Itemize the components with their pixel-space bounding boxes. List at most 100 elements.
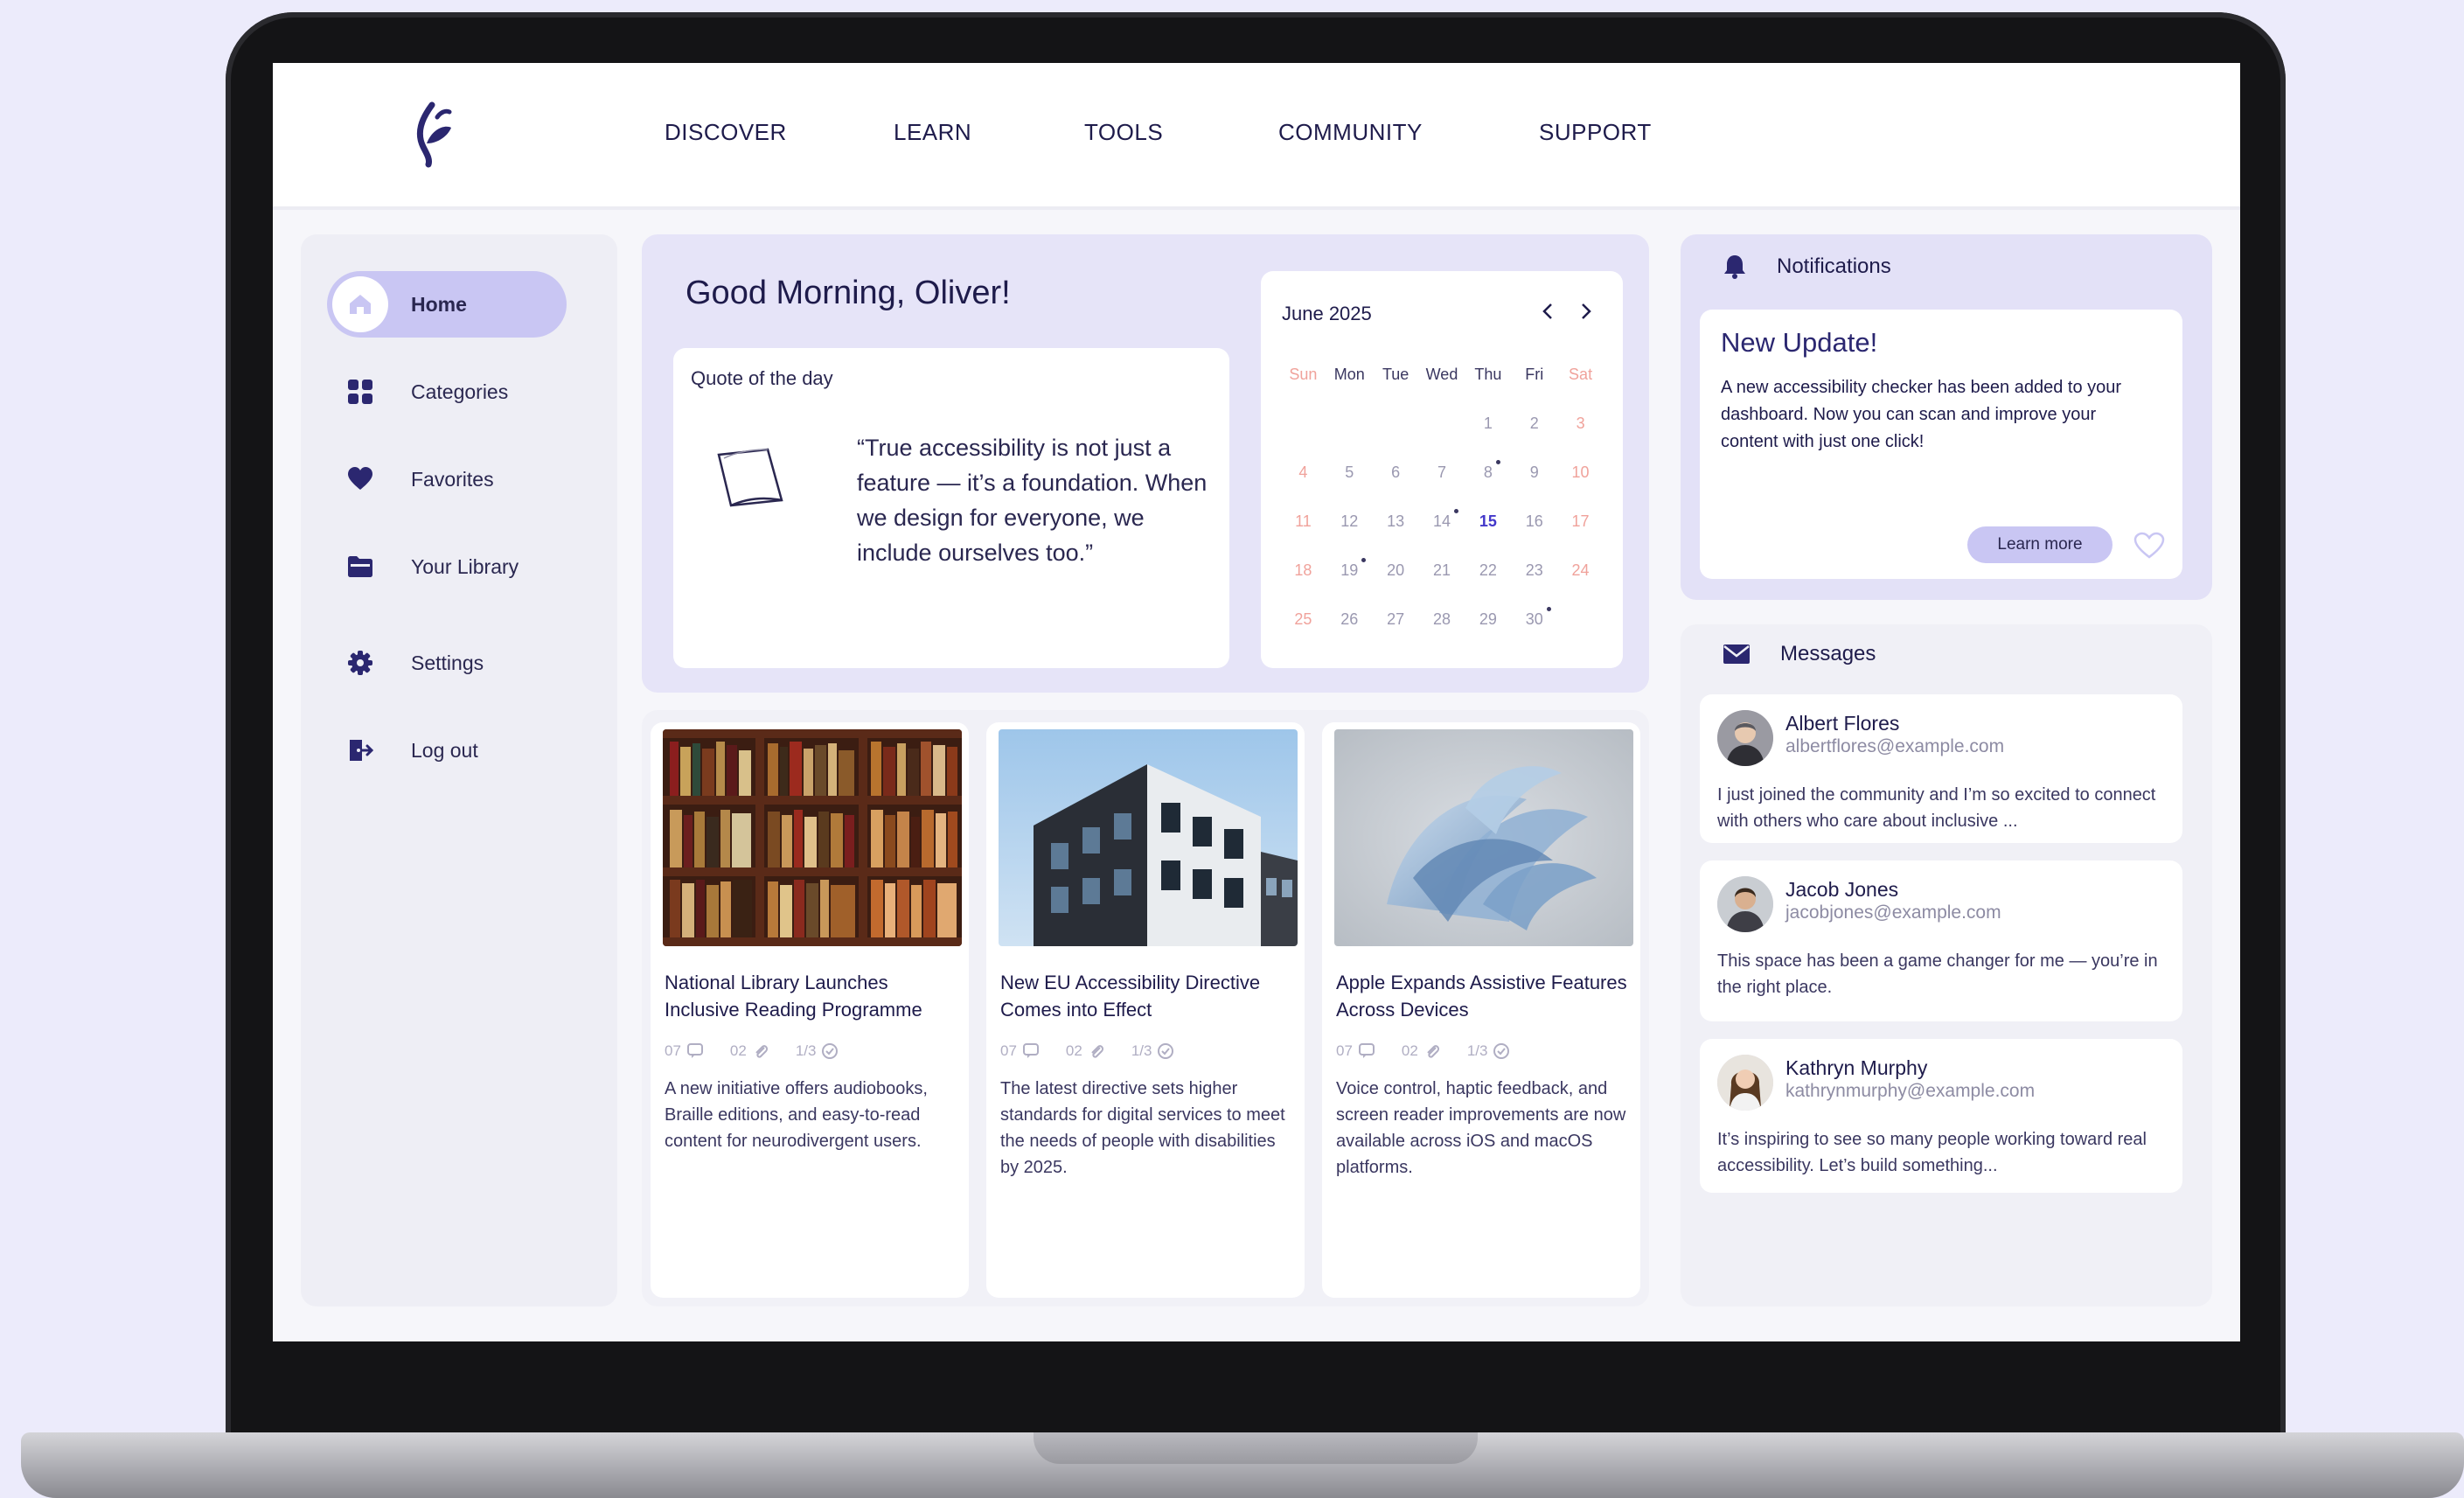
calendar-day[interactable]: 28 — [1433, 610, 1451, 629]
article-description: A new initiative offers audiobooks, Brai… — [665, 1079, 928, 1151]
calendar-weekday: Wed — [1425, 366, 1458, 383]
avatar — [1717, 876, 1773, 932]
message-item[interactable]: Jacob Jones jacobjones@example.com This … — [1700, 860, 2182, 1021]
attachments-count: 02 — [1066, 1042, 1105, 1060]
sidebar-item-favorites[interactable]: Favorites — [327, 446, 567, 512]
heart-outline-icon[interactable] — [2132, 528, 2167, 563]
calendar-day[interactable]: 25 — [1294, 610, 1312, 629]
sidebar-item-settings[interactable]: Settings — [327, 630, 567, 696]
sidebar-item-label: Favorites — [411, 467, 494, 491]
calendar-day[interactable]: 11 — [1295, 512, 1312, 531]
calendar-day[interactable]: 1 — [1484, 415, 1493, 433]
nav-discover[interactable]: DISCOVER — [665, 119, 787, 146]
message-sender-email: jacobjones@example.com — [1785, 902, 2001, 923]
paperclip-icon — [755, 1045, 768, 1058]
article-card[interactable]: New EU Accessibility Directive Comes int… — [986, 722, 1305, 1298]
nav-community[interactable]: COMMUNITY — [1278, 119, 1423, 146]
folder-icon — [332, 539, 388, 595]
calendar-day[interactable]: 10 — [1572, 463, 1590, 482]
attachments-count: 02 — [1402, 1042, 1441, 1060]
calendar-day[interactable]: 30 — [1526, 606, 1551, 629]
grid-icon — [332, 364, 388, 420]
paperclip-icon — [1427, 1045, 1439, 1058]
message-sender-name: Kathryn Murphy — [1785, 1056, 1928, 1079]
attachments-count: 02 — [730, 1042, 769, 1060]
calendar-day[interactable]: 2 — [1530, 415, 1539, 433]
message-item[interactable]: Kathryn Murphy kathrynmurphy@example.com… — [1700, 1039, 2182, 1193]
brand-logo-icon[interactable] — [406, 98, 467, 168]
sidebar-item-log-out[interactable]: Log out — [327, 717, 567, 784]
heart-icon — [332, 451, 388, 507]
calendar-day[interactable]: 14 — [1433, 508, 1459, 531]
top-nav: DISCOVER LEARN TOOLS COMMUNITY SUPPORT — [273, 63, 2240, 210]
quote-text: “True accessibility is not just a featur… — [857, 435, 1208, 566]
article-card[interactable]: Apple Expands Assistive Features Across … — [1322, 722, 1640, 1298]
messages-title: Messages — [1780, 642, 1876, 665]
calendar-day[interactable]: 19 — [1340, 557, 1367, 580]
sidebar-item-your-library[interactable]: Your Library — [327, 533, 567, 600]
calendar-day[interactable]: 7 — [1437, 463, 1446, 482]
calendar-day[interactable]: 3 — [1577, 415, 1585, 433]
greeting-title: Good Morning, Oliver! — [686, 275, 1011, 311]
article-title[interactable]: Apple Expands Assistive Features Across … — [1336, 969, 1633, 1023]
comment-icon — [686, 1043, 703, 1058]
sidebar-item-home[interactable]: Home — [327, 271, 567, 338]
building-image — [999, 729, 1298, 946]
sidebar-item-categories[interactable]: Categories — [327, 359, 567, 425]
chevron-right-icon[interactable] — [1572, 297, 1600, 325]
comments-count: 07 — [665, 1042, 704, 1060]
quote-label: Quote of the day — [691, 367, 833, 389]
nav-tools[interactable]: TOOLS — [1084, 119, 1163, 146]
comments-count: 07 — [1336, 1042, 1375, 1060]
calendar-day[interactable]: 26 — [1340, 610, 1358, 629]
chevron-left-icon[interactable] — [1534, 297, 1562, 325]
calendar-weekday: Fri — [1525, 366, 1544, 383]
home-icon — [332, 276, 388, 332]
calendar-day[interactable]: 27 — [1387, 610, 1404, 629]
nav-learn[interactable]: LEARN — [894, 119, 971, 146]
open-book-icon — [712, 442, 808, 521]
notifications-panel: Notifications New Update! A new accessib… — [1681, 234, 2212, 600]
article-title[interactable]: New EU Accessibility Directive Comes int… — [1000, 969, 1298, 1023]
message-preview: I just joined the community and I’m so e… — [1717, 785, 2156, 831]
calendar-day[interactable]: 29 — [1479, 610, 1497, 629]
calendar-weekday: Tue — [1382, 366, 1409, 383]
calendar-day[interactable]: 5 — [1345, 463, 1354, 482]
screen: DISCOVER LEARN TOOLS COMMUNITY SUPPORT H… — [273, 63, 2240, 1341]
calendar-day[interactable]: 21 — [1433, 561, 1451, 580]
check-circle-icon — [822, 1043, 839, 1059]
comment-icon — [1358, 1043, 1375, 1058]
calendar-day[interactable]: 13 — [1387, 512, 1404, 531]
calendar-day[interactable]: 9 — [1530, 463, 1539, 482]
sidebar-item-label: Categories — [411, 380, 509, 403]
messages-panel: Messages Albert Flores albertflores@exam… — [1681, 624, 2212, 1306]
calendar-day[interactable]: 23 — [1526, 561, 1543, 580]
progress-count: 1/3 — [796, 1042, 839, 1060]
calendar-day[interactable]: 17 — [1572, 512, 1590, 531]
article-card[interactable]: National Library Launches Inclusive Read… — [651, 722, 969, 1298]
quote-card: Quote of the day “True accessibility is … — [673, 348, 1229, 668]
calendar-day[interactable]: 6 — [1391, 463, 1400, 482]
calendar-day[interactable]: 4 — [1298, 463, 1307, 482]
learn-more-button[interactable]: Learn more — [1967, 526, 2112, 563]
calendar-weekday: Thu — [1474, 366, 1502, 383]
message-item[interactable]: Albert Flores albertflores@example.com I… — [1700, 694, 2182, 843]
calendar-day-today[interactable]: 15 — [1479, 512, 1497, 531]
greeting-panel: Good Morning, Oliver! Quote of the day “… — [642, 234, 1649, 693]
calendar-day[interactable]: 16 — [1526, 512, 1543, 531]
calendar-day[interactable]: 20 — [1387, 561, 1404, 580]
calendar-day[interactable]: 24 — [1572, 561, 1590, 580]
message-sender-email: kathrynmurphy@example.com — [1785, 1081, 2036, 1101]
check-circle-icon — [1493, 1043, 1510, 1059]
message-sender-email: albertflores@example.com — [1785, 736, 2005, 756]
calendar-day[interactable]: 22 — [1479, 561, 1497, 580]
calendar-weekday: Sat — [1569, 366, 1593, 383]
calendar-day[interactable]: 8 — [1484, 459, 1500, 482]
article-title[interactable]: National Library Launches Inclusive Read… — [665, 969, 962, 1023]
calendar-day[interactable]: 18 — [1294, 561, 1312, 580]
notifications-title: Notifications — [1777, 254, 1891, 278]
calendar-day[interactable]: 12 — [1340, 512, 1358, 531]
nav-support[interactable]: SUPPORT — [1539, 119, 1652, 146]
sidebar-item-label: Log out — [411, 738, 478, 762]
avatar — [1717, 710, 1773, 766]
